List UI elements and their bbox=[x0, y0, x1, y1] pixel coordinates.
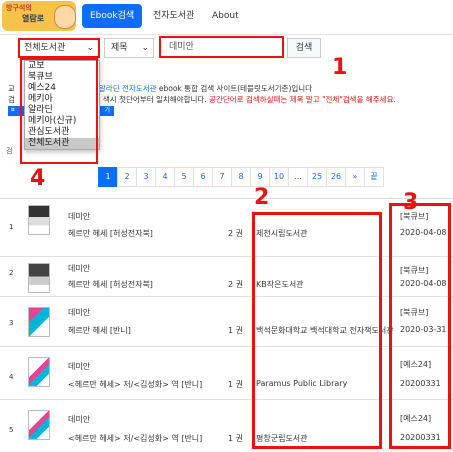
dropdown-option-selected[interactable]: 전체도서관 bbox=[25, 138, 99, 149]
row-quantity: 1 권 bbox=[228, 434, 243, 443]
row-store: [북큐브] bbox=[400, 308, 429, 317]
row-library[interactable]: Paramus Public Library bbox=[256, 379, 347, 388]
pagination: 1 2 3 4 5 6 7 8 9 10 ... 25 26 » 끝 bbox=[98, 167, 384, 187]
row-store: [예스24] bbox=[400, 360, 432, 369]
row-title[interactable]: <헤르만 헤세> 저/<김성화> 역 [반니] bbox=[68, 379, 202, 390]
book-cover-image[interactable] bbox=[28, 263, 50, 293]
page-next[interactable]: » bbox=[345, 167, 365, 187]
dropdown-option[interactable]: 예스24 bbox=[25, 83, 99, 94]
page-link[interactable]: 25 bbox=[307, 167, 327, 187]
nav-ebook-search[interactable]: Ebook검색 bbox=[82, 4, 143, 28]
site-logo[interactable]: 방구석의 열람로 bbox=[2, 1, 76, 31]
row-date: 20200331 bbox=[400, 433, 441, 442]
field-select-value: 제목 bbox=[111, 43, 128, 53]
row-library[interactable]: KB작은도서관 bbox=[256, 279, 304, 290]
page-link[interactable]: 8 bbox=[231, 167, 251, 187]
row-store: [예스24] bbox=[400, 414, 432, 423]
annotation-number-1: 1 bbox=[332, 55, 348, 80]
row-author: 데미안 bbox=[68, 264, 91, 273]
dropdown-option[interactable]: 관심도서관 bbox=[25, 127, 99, 138]
info-line-1-prefix: 교 bbox=[8, 84, 15, 93]
dropdown-option[interactable]: 북큐브 bbox=[25, 72, 99, 83]
row-author: 데미안 bbox=[68, 308, 91, 317]
book-cover-image[interactable] bbox=[28, 357, 50, 387]
library-select[interactable]: 전체도서관 ⌄ bbox=[18, 38, 100, 58]
row-quantity: 2 권 bbox=[228, 280, 243, 289]
table-row: 4 데미안 <헤르만 헤세> 저/<김성화> 역 [반니] 1 권 Paramu… bbox=[0, 346, 453, 400]
logo-line1: 방구석의 bbox=[6, 4, 32, 12]
search-button[interactable]: 검색 bbox=[287, 38, 321, 58]
nav-about[interactable]: About bbox=[204, 4, 247, 28]
table-row: 1 데미안 헤르만 헤세 [허성전자북] 2 권 제천시립도서관 [북큐브] 2… bbox=[0, 198, 453, 257]
info-link[interactable]: 알라딘 전자도서관 bbox=[99, 84, 157, 93]
info-line-2-prefix: 검 bbox=[8, 95, 15, 104]
row-number: 5 bbox=[9, 426, 14, 434]
row-author: 데미안 bbox=[68, 362, 91, 371]
result-count-label: 검 bbox=[6, 147, 13, 155]
book-cover-image[interactable] bbox=[28, 205, 50, 235]
book-cover-image[interactable] bbox=[28, 410, 50, 440]
row-title[interactable]: <헤르만 헤세> 저/<김성화> 역 [반니] bbox=[68, 433, 202, 444]
library-dropdown-list: 교보 북큐브 예스24 메키아 알라딘 메키아(신규) 관심도서관 전체도서관 bbox=[24, 60, 100, 150]
table-row: 5 데미안 <헤르만 헤세> 저/<김성화> 역 [반니] 1 권 평창군립도서… bbox=[0, 399, 453, 452]
page-ellipsis: ... bbox=[288, 167, 308, 187]
info-warning: 공간단어로 검색하실때는 제목 말고 "전체"검색을 해주세요. bbox=[209, 95, 396, 104]
chevron-down-icon: ⌄ bbox=[86, 43, 94, 53]
row-quantity: 2 권 bbox=[228, 229, 243, 238]
row-author: 데미안 bbox=[68, 212, 91, 221]
table-row: 2 데미안 헤르만 헤세 [허성전자북] 2 권 KB작은도서관 [북큐브] 2… bbox=[0, 256, 453, 297]
page-link[interactable]: 9 bbox=[250, 167, 270, 187]
nav-e-library[interactable]: 전자도서관 bbox=[145, 4, 202, 28]
page-link[interactable]: 6 bbox=[193, 167, 213, 187]
row-number: 1 bbox=[9, 223, 14, 231]
info-line-1-text: ebook 통합 검색 사이트(테블릿도서기준)입니다 bbox=[156, 84, 313, 93]
page-link[interactable]: 10 bbox=[269, 167, 289, 187]
row-date: 2020-04-08 bbox=[400, 228, 447, 237]
logo-line2: 열람로 bbox=[22, 14, 45, 23]
search-input[interactable]: 데미안 bbox=[159, 36, 284, 58]
library-select-value: 전체도서관 bbox=[24, 43, 66, 53]
page-link[interactable]: 7 bbox=[212, 167, 232, 187]
row-quantity: 1 권 bbox=[228, 326, 243, 335]
annotation-number-2: 2 bbox=[254, 185, 270, 210]
row-library[interactable]: 백석문화대학교 백석대학교 전자책도서관 bbox=[256, 325, 394, 336]
row-title[interactable]: 헤르만 헤세 [허성전자북] bbox=[68, 279, 153, 290]
row-quantity: 1 권 bbox=[228, 380, 243, 389]
page-link[interactable]: 2 bbox=[117, 167, 137, 187]
annotation-number-4: 4 bbox=[30, 166, 46, 191]
row-library[interactable]: 제천시립도서관 bbox=[256, 228, 308, 239]
row-number: 3 bbox=[9, 319, 14, 327]
top-navbar: 방구석의 열람로 Ebook검색 전자도서관 About bbox=[0, 0, 453, 35]
info-button-suffix: 기 bbox=[104, 107, 110, 114]
page-link[interactable]: 5 bbox=[174, 167, 194, 187]
info-line-2-text: 색시 첫단어부터 일치해야합니다. bbox=[102, 95, 210, 104]
row-title[interactable]: 헤르만 헤세 [허성전자북] bbox=[68, 228, 153, 239]
row-store: [북큐브] bbox=[400, 266, 429, 275]
page-link[interactable]: 26 bbox=[326, 167, 346, 187]
page-link[interactable]: 4 bbox=[155, 167, 175, 187]
dropdown-option[interactable]: 메키아(신규) bbox=[25, 116, 99, 127]
row-date: 20200331 bbox=[400, 379, 441, 388]
dropdown-option[interactable]: 알라딘 bbox=[25, 105, 99, 116]
page-link-current[interactable]: 1 bbox=[98, 167, 118, 187]
chevron-down-icon: ⌄ bbox=[141, 43, 149, 53]
logo-character-icon bbox=[54, 5, 76, 29]
info-button-prefix: ㅍ bbox=[10, 107, 16, 114]
row-author: 데미안 bbox=[68, 415, 91, 424]
book-cover-image[interactable] bbox=[28, 307, 50, 337]
page-link[interactable]: 3 bbox=[136, 167, 156, 187]
row-number: 2 bbox=[9, 269, 14, 277]
dropdown-option[interactable]: 교보 bbox=[25, 61, 99, 72]
row-date: 2020-03-31 bbox=[400, 325, 447, 334]
row-date: 2020-04-08 bbox=[400, 279, 447, 288]
page-last[interactable]: 끝 bbox=[364, 167, 384, 187]
field-select[interactable]: 제목 ⌄ bbox=[104, 38, 154, 58]
annotation-number-3: 3 bbox=[403, 190, 419, 215]
row-number: 4 bbox=[9, 373, 14, 381]
row-title[interactable]: 헤르만 헤세 [반니] bbox=[68, 325, 131, 336]
row-library[interactable]: 평창군립도서관 bbox=[256, 433, 308, 444]
table-row: 3 데미안 헤르만 헤세 [반니] 1 권 백석문화대학교 백석대학교 전자책도… bbox=[0, 296, 453, 347]
dropdown-option[interactable]: 메키아 bbox=[25, 94, 99, 105]
